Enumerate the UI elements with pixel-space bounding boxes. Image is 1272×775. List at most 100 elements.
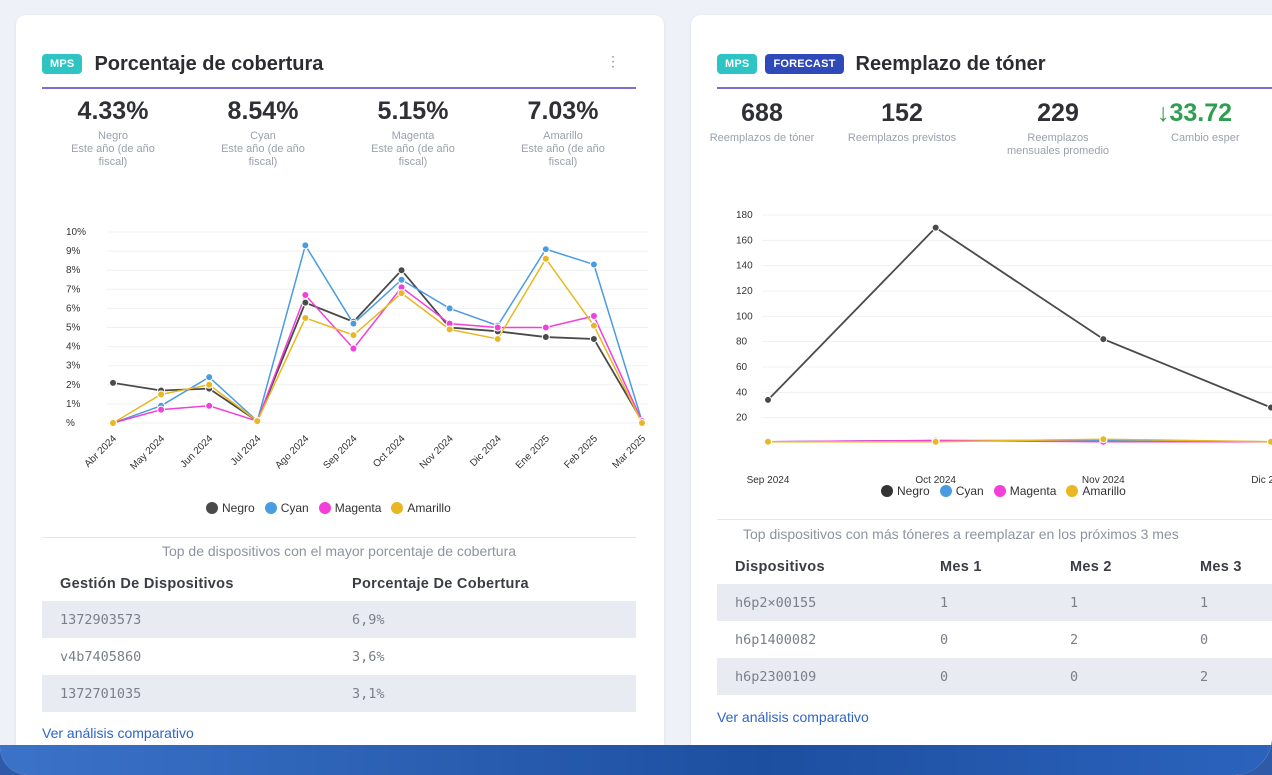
kpi-value: 152 bbox=[881, 99, 923, 127]
y-tick-label: 9% bbox=[66, 246, 81, 257]
data-point-negro bbox=[1099, 335, 1108, 344]
table-row[interactable]: 1372903573 6,9% bbox=[42, 601, 636, 638]
data-point-cyan bbox=[205, 373, 214, 382]
data-point-amarillo bbox=[205, 380, 214, 389]
y-tick-label: 160 bbox=[736, 235, 753, 246]
toner-card-header: MPS FORECAST Reemplazo de tóner bbox=[717, 49, 1046, 79]
data-point-cyan bbox=[301, 241, 310, 250]
x-tick-label: Feb 2025 bbox=[562, 433, 600, 471]
data-point-amarillo bbox=[445, 325, 454, 334]
data-point-magenta bbox=[589, 312, 598, 321]
col-header[interactable]: Gestión De Dispositivos bbox=[42, 567, 334, 601]
data-point-amarillo bbox=[1099, 435, 1108, 444]
kpi-value: 229 bbox=[1037, 99, 1079, 127]
series-line-magenta bbox=[112, 286, 643, 424]
x-tick-label: May 2024 bbox=[128, 433, 167, 472]
y-tick-label: 20 bbox=[736, 413, 748, 424]
data-point-amarillo bbox=[1267, 437, 1272, 446]
toner-card: MPS FORECAST Reemplazo de tóner 688 Reem… bbox=[691, 15, 1272, 763]
data-point-negro bbox=[301, 298, 310, 307]
toner-line-chart: 20406080100120140160180Sep 2024 Oct 2024 N… bbox=[736, 210, 1272, 486]
y-tick-label: 60 bbox=[736, 362, 748, 373]
y-tick-label: 4% bbox=[66, 342, 81, 353]
table-title: Top dispositivos con más tóneres a reemp… bbox=[743, 526, 1179, 542]
x-tick-label: Dic 2024 bbox=[468, 433, 504, 469]
kpi-label: Negro Este año (de año fiscal) bbox=[71, 130, 155, 168]
y-tick-label: 80 bbox=[736, 337, 748, 348]
legend-item-negro[interactable]: Negro bbox=[881, 484, 930, 498]
legend-item-magenta[interactable]: Magenta bbox=[993, 484, 1056, 498]
table-title: Top de dispositivos con el mayor porcent… bbox=[161, 543, 517, 559]
data-point-magenta bbox=[541, 323, 550, 332]
col-header[interactable]: Porcentaje De Cobertura bbox=[334, 567, 636, 601]
legend-item-negro[interactable]: Negro bbox=[206, 501, 255, 515]
data-point-amarillo bbox=[157, 390, 166, 399]
legend-item-amarillo[interactable]: Amarillo bbox=[391, 501, 451, 515]
legend-item-magenta[interactable]: Magenta bbox=[318, 501, 381, 515]
col-header[interactable]: Mes 2 bbox=[1052, 550, 1182, 584]
kpi-value: 8.54% bbox=[227, 97, 299, 125]
data-point-amarillo bbox=[253, 417, 262, 426]
kpi-replacements: 688 Reemplazos de tóner bbox=[691, 99, 837, 158]
x-tick-label: Jun 2024 bbox=[178, 433, 215, 470]
data-point-magenta bbox=[493, 323, 502, 332]
legend-item-cyan[interactable]: Cyan bbox=[264, 501, 309, 515]
forecast-badge: FORECAST bbox=[765, 54, 844, 74]
data-point-magenta bbox=[301, 291, 310, 300]
table-row[interactable]: v4b7405860 3,6% bbox=[42, 638, 636, 675]
table-row[interactable]: h6p1400082 0 2 0 bbox=[717, 621, 1272, 658]
app-background: MPS Porcentaje de cobertura ⋮ 4.33% Negr… bbox=[0, 0, 1272, 775]
data-point-negro bbox=[589, 334, 598, 343]
data-point-negro bbox=[541, 333, 550, 342]
col-header[interactable]: Dispositivos bbox=[717, 550, 922, 584]
y-tick-label: 2% bbox=[66, 380, 81, 391]
section-divider bbox=[42, 537, 636, 538]
x-tick-label: Sep 2024 bbox=[747, 475, 790, 486]
y-tick-label: 7% bbox=[66, 284, 81, 295]
table-row[interactable]: 1372701035 3,1% bbox=[42, 675, 636, 712]
x-tick-label: Ene 2025 bbox=[514, 433, 552, 471]
coverage-card-header: MPS Porcentaje de cobertura bbox=[42, 49, 323, 79]
data-point-negro bbox=[931, 223, 940, 232]
data-point-cyan bbox=[589, 260, 598, 269]
kpi-label: Cambio esper bbox=[1171, 132, 1240, 144]
kebab-icon[interactable]: ⋮ bbox=[606, 53, 620, 70]
series-line-cyan bbox=[112, 243, 643, 424]
y-tick-label: 40 bbox=[736, 387, 748, 398]
y-tick-label: 1% bbox=[66, 399, 81, 410]
data-point-negro bbox=[764, 395, 772, 404]
comparative-analysis-link[interactable]: Ver análisis comparativo bbox=[717, 709, 869, 725]
data-point-amarillo bbox=[109, 419, 117, 427]
legend-item-cyan[interactable]: Cyan bbox=[939, 484, 984, 498]
y-tick-label: 6% bbox=[66, 303, 81, 314]
kpi-label: Reemplazos de tóner bbox=[709, 132, 815, 144]
title-divider bbox=[42, 87, 636, 89]
col-header[interactable]: Mes 1 bbox=[922, 550, 1052, 584]
bottom-decoration bbox=[0, 745, 1272, 775]
kpi-cyan: 8.54% Cyan Este año (de año fiscal) bbox=[188, 97, 338, 169]
data-point-amarillo bbox=[349, 331, 358, 340]
series-line-negro bbox=[112, 268, 643, 423]
comparative-analysis-link[interactable]: Ver análisis comparativo bbox=[42, 725, 194, 741]
x-tick-label: Jul 2024 bbox=[229, 433, 264, 468]
data-point-amarillo bbox=[764, 437, 772, 446]
table-row[interactable]: h6p2×00155 1 1 1 bbox=[717, 584, 1272, 621]
kpi-value: 4.33% bbox=[77, 97, 149, 125]
kpi-negro: 4.33% Negro Este año (de año fiscal) bbox=[38, 97, 188, 169]
col-header[interactable]: Mes 3 bbox=[1182, 550, 1272, 584]
legend-item-amarillo[interactable]: Amarillo bbox=[1066, 484, 1126, 498]
y-tick-label: 120 bbox=[736, 286, 753, 297]
kpi-expected-change: ↓33.72 Cambio esper bbox=[1139, 99, 1272, 158]
table-row[interactable]: h6p2300109 0 0 2 bbox=[717, 658, 1272, 695]
data-point-amarillo bbox=[589, 321, 598, 330]
data-point-negro bbox=[397, 266, 406, 275]
kpi-label: Amarillo Este año (de año fiscal) bbox=[521, 130, 605, 168]
data-point-cyan bbox=[541, 245, 550, 254]
x-tick-label: Mar 2025 bbox=[610, 433, 648, 471]
x-tick-label: Abr 2024 bbox=[83, 433, 120, 470]
y-tick-label: 140 bbox=[736, 261, 753, 272]
kpi-monthly-avg: 229 Reemplazos mensuales promedio bbox=[983, 99, 1133, 158]
data-point-magenta bbox=[205, 401, 214, 410]
card-title: Porcentaje de cobertura bbox=[94, 52, 324, 75]
kpi-value: ↓33.72 bbox=[1157, 99, 1233, 127]
